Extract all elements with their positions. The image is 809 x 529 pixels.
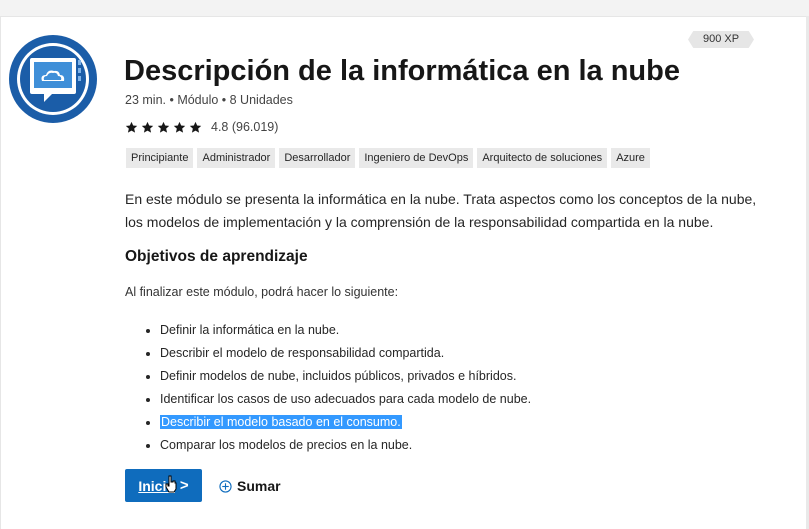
tag-principiante[interactable]: Principiante xyxy=(126,148,194,168)
list-item: Describir el modelo de responsabilidad c… xyxy=(160,342,531,365)
tag-ingeniero-devops[interactable]: Ingeniero de DevOps xyxy=(359,148,474,168)
list-item: Definir modelos de nube, incluidos públi… xyxy=(160,365,531,388)
star-icon xyxy=(157,121,170,133)
objectives-heading: Objetivos de aprendizaje xyxy=(125,248,308,265)
browser-top-strip xyxy=(0,0,809,17)
objectives-list: Definir la informática en la nube. Descr… xyxy=(143,319,531,457)
start-button[interactable]: Inicio > xyxy=(125,469,202,502)
objective-text: Describir el modelo de responsabilidad c… xyxy=(160,346,445,360)
objectives-intro: Al finalizar este módulo, podrá hacer lo… xyxy=(125,285,399,299)
list-item: Describir el modelo basado en el consumo… xyxy=(160,411,531,434)
objective-text: Identificar los casos de uso adecuados p… xyxy=(160,392,532,406)
tag-administrador[interactable]: Administrador xyxy=(197,148,276,168)
module-meta: 23 min. • Módulo • 8 Unidades xyxy=(125,93,293,107)
rating-value: 4.8 (96.019) xyxy=(211,120,279,134)
page-left-border xyxy=(0,16,1,529)
module-description: En este módulo se presenta la informátic… xyxy=(125,188,785,234)
circle-plus-icon xyxy=(219,479,232,493)
description-line: los modelos de implementación y la compr… xyxy=(125,214,714,230)
list-item: Identificar los casos de uso adecuados p… xyxy=(160,388,531,411)
tag-desarrollador[interactable]: Desarrollador xyxy=(279,148,356,168)
objective-text: Definir modelos de nube, incluidos públi… xyxy=(160,369,517,383)
tag-arquitecto-soluciones[interactable]: Arquitecto de soluciones xyxy=(477,148,608,168)
list-item: Comparar los modelos de precios en la nu… xyxy=(160,434,531,457)
description-line: En este módulo se presenta la informátic… xyxy=(125,191,757,207)
objective-text: Definir la informática en la nube. xyxy=(160,323,340,337)
star-icon xyxy=(141,121,154,133)
list-item: Definir la informática en la nube. xyxy=(160,319,531,342)
star-icon xyxy=(189,121,202,133)
tag-azure[interactable]: Azure xyxy=(611,148,650,168)
pointer-cursor-icon xyxy=(165,475,177,493)
add-button[interactable]: Sumar xyxy=(219,475,281,497)
cloud-monitor-icon xyxy=(9,35,97,123)
tag-list: Principiante Administrador Desarrollador… xyxy=(126,148,650,168)
star-icon xyxy=(173,121,186,133)
xp-badge: 900 XP xyxy=(688,31,754,48)
star-icon xyxy=(125,121,138,133)
rating[interactable]: 4.8 (96.019) xyxy=(125,119,278,135)
chevron-right-icon: > xyxy=(179,477,189,494)
add-button-label: Sumar xyxy=(237,478,281,494)
objective-text: Comparar los modelos de precios en la nu… xyxy=(160,438,413,452)
selected-objective-text: Describir el modelo basado en el consumo… xyxy=(160,415,402,429)
page-title: Descripción de la informática en la nube xyxy=(124,55,680,87)
